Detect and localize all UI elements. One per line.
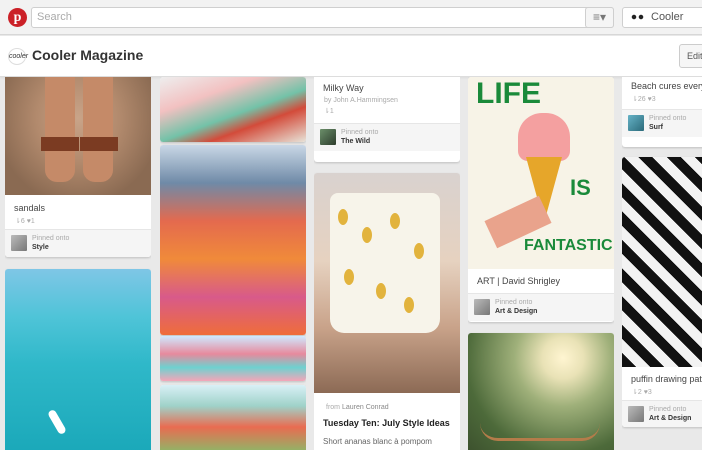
pin-column-2: [160, 77, 306, 450]
user-name: Cooler: [651, 11, 684, 23]
edit-board-button[interactable]: Edit: [679, 44, 702, 68]
pin-mountain-art-1[interactable]: [160, 77, 306, 142]
pin-column-3: Milky Way by John A.Hammingsen ⇂1 Pinned…: [314, 77, 460, 450]
pin-sandals[interactable]: sandals ⇂6 ♥1 Pinned onto Style: [5, 77, 151, 257]
pin-column-1: sandals ⇂6 ♥1 Pinned onto Style: [5, 77, 151, 450]
pin-description: Tuesday Ten: July Style Ideas: [323, 418, 450, 428]
pin-description: Milky Way: [323, 83, 364, 93]
pinned-onto-label: Pinned onto: [649, 406, 687, 413]
pin-image-puffin[interactable]: [622, 157, 702, 367]
pin-shrigley[interactable]: LIFE IS FANTASTIC ART | David Shrigley P…: [468, 77, 614, 322]
pin-stats: ⇂1: [324, 108, 334, 115]
pin-milky-way[interactable]: Milky Way by John A.Hammingsen ⇂1 Pinned…: [314, 77, 460, 162]
pin-stats: ⇂26 ♥3: [632, 96, 656, 103]
board-thumbnail: [320, 129, 336, 145]
art-text-is: IS: [570, 175, 591, 200]
pinned-onto-label: Pinned onto: [32, 235, 70, 242]
board-title: Cooler Magazine: [32, 47, 144, 63]
pinned-onto-label: Pinned onto: [649, 115, 687, 122]
board-avatar: cooler: [8, 48, 28, 65]
pin-column-5: Beach cures everyth ⇂26 ♥3 Pinned onto S…: [622, 77, 702, 450]
board-name: Surf: [649, 124, 663, 131]
pin-image-ocean[interactable]: [5, 269, 151, 450]
via-prefix: from: [326, 404, 340, 411]
board-name: Art & Design: [649, 415, 692, 422]
pin-image-shrigley[interactable]: LIFE IS FANTASTIC: [468, 77, 614, 269]
pin-image-art-2[interactable]: [160, 145, 306, 335]
pin-via: by John A.Hammingsen: [324, 97, 398, 104]
pin-description: sandals: [14, 203, 46, 213]
top-bar: p Search ≡▾ Cooler: [0, 0, 702, 35]
pin-lake-art[interactable]: [160, 336, 306, 381]
pin-image-hammock[interactable]: [468, 333, 614, 450]
pin-column-4: LIFE IS FANTASTIC ART | David Shrigley P…: [468, 77, 614, 450]
pin-description: puffin drawing patte: [631, 374, 702, 384]
pin-footer[interactable]: Pinned onto Style: [5, 229, 151, 257]
user-menu-button[interactable]: Cooler: [622, 7, 702, 28]
pin-footer[interactable]: Pinned onto Surf: [622, 109, 702, 137]
pinned-onto-label: Pinned onto: [341, 129, 379, 136]
pin-subtext: Short ananas blanc à pompom: [323, 437, 432, 446]
via-name: Lauren Conrad: [341, 404, 389, 411]
user-avatar-icon: [631, 13, 645, 22]
pin-footer[interactable]: Pinned onto The Wild: [314, 123, 460, 151]
hamburger-menu-icon[interactable]: ≡▾: [585, 7, 614, 28]
pin-stats: ⇂2 ♥3: [632, 389, 652, 396]
pin-stats: ⇂6 ♥1: [15, 218, 35, 225]
pin-footer[interactable]: Pinned onto Art & Design: [622, 400, 702, 427]
pin-image-lake[interactable]: [160, 336, 306, 381]
board-thumbnail: [628, 406, 644, 422]
board-name: Style: [32, 244, 49, 251]
pin-mountain-art-3[interactable]: [160, 385, 306, 450]
pin-image-shorts[interactable]: [314, 173, 460, 393]
pin-image-sandals[interactable]: [5, 77, 151, 195]
board-thumbnail: [11, 235, 27, 251]
pin-style-ideas[interactable]: from Lauren Conrad Tuesday Ten: July Sty…: [314, 173, 460, 450]
pin-puffin[interactable]: puffin drawing patte ⇂2 ♥3 Pinned onto A…: [622, 157, 702, 427]
board-name: Art & Design: [495, 308, 538, 315]
pin-footer[interactable]: Pinned onto Art & Design: [468, 293, 614, 321]
board-name: The Wild: [341, 138, 371, 145]
pinned-onto-label: Pinned onto: [495, 299, 533, 306]
board-header: cooler Cooler Magazine Edit: [0, 36, 702, 77]
pin-mountain-art-2[interactable]: [160, 145, 306, 335]
pin-beach[interactable]: Beach cures everyth ⇂26 ♥3 Pinned onto S…: [622, 77, 702, 147]
search-input[interactable]: Search: [31, 7, 614, 28]
art-text-life: LIFE: [476, 77, 541, 110]
pin-image-art-1[interactable]: [160, 77, 306, 142]
pin-hammock[interactable]: [468, 333, 614, 450]
pinterest-logo-icon[interactable]: p: [8, 8, 27, 27]
pin-description: ART | David Shrigley: [477, 276, 561, 286]
pin-image-art-3[interactable]: [160, 385, 306, 450]
board-thumbnail: [474, 299, 490, 315]
board-thumbnail: [628, 115, 644, 131]
pin-description: Beach cures everyth: [631, 81, 702, 91]
pin-ocean[interactable]: [5, 269, 151, 450]
art-text-fantastic: FANTASTIC: [524, 237, 613, 254]
pin-via: from Lauren Conrad: [326, 404, 389, 411]
